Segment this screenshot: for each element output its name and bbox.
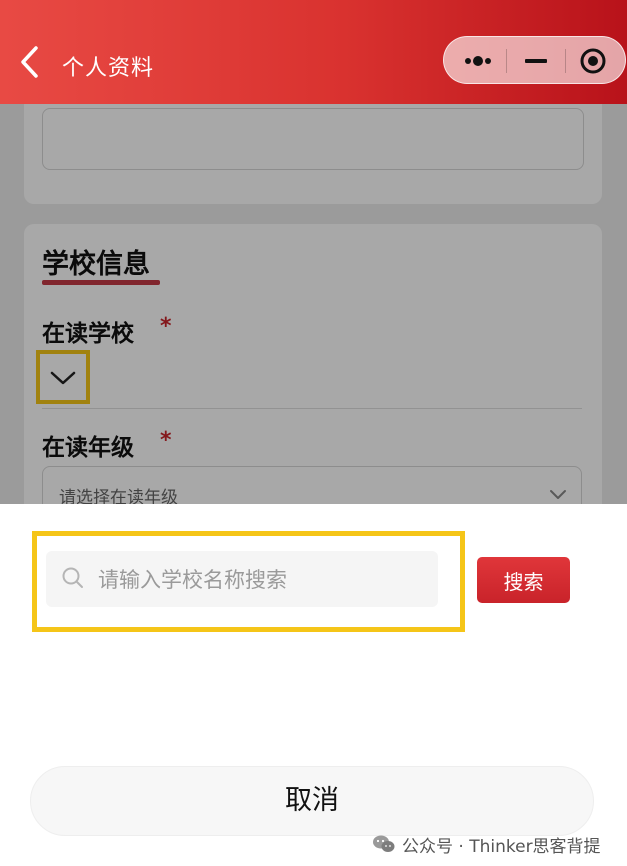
watermark-text: 公众号 · Thinker思客背提	[402, 836, 601, 857]
minimize-icon	[525, 59, 547, 63]
page-title: 个人资料	[62, 56, 155, 81]
search-highlight-frame	[32, 531, 465, 632]
mini-program-capsule	[443, 36, 626, 84]
minimize-button[interactable]	[507, 37, 567, 85]
school-search-sheet: 搜索 取消 公众号 · Thinker思客背提	[0, 504, 627, 866]
back-arrow-icon[interactable]	[18, 44, 42, 80]
modal-overlay[interactable]	[0, 104, 627, 504]
search-button[interactable]: 搜索	[477, 557, 570, 603]
more-dots-icon	[465, 56, 491, 66]
wechat-icon	[373, 835, 395, 852]
cancel-button[interactable]: 取消	[30, 766, 594, 836]
watermark: 公众号 · Thinker思客背提	[372, 830, 601, 858]
target-circle-icon	[580, 48, 606, 74]
more-button[interactable]	[450, 37, 510, 85]
nav-header: 个人资料	[0, 0, 627, 104]
close-mini-program-button[interactable]	[565, 37, 625, 85]
